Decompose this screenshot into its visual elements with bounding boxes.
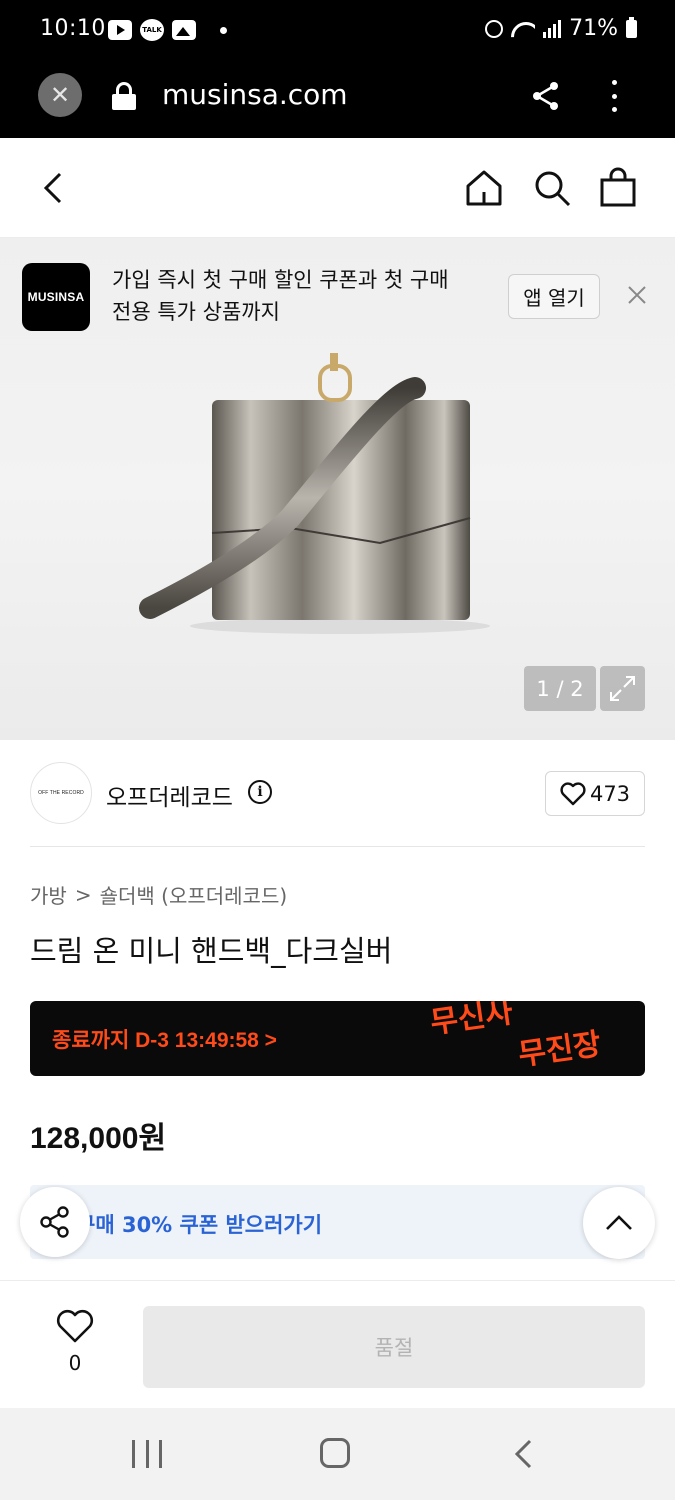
chevron-left-icon[interactable] — [38, 168, 70, 208]
shopping-bag-icon[interactable] — [598, 166, 638, 208]
breadcrumb-category[interactable]: 가방 — [30, 880, 67, 909]
brand-like-button[interactable]: 473 — [545, 771, 645, 816]
youtube-icon — [108, 20, 132, 40]
lock-icon[interactable] — [111, 82, 137, 110]
home-circle-icon[interactable] — [320, 1438, 350, 1468]
brand-row: OFF THE RECORD 오프더레코드 i 473 — [0, 740, 675, 848]
product-title: 드림 온 미니 핸드백_다크실버 — [30, 934, 393, 968]
promo-timer: 종료까지 D-3 13:49:58 > — [52, 1029, 277, 1052]
clock: 10:10 — [40, 16, 106, 41]
more-notifications-dot-icon — [220, 26, 227, 34]
breadcrumb-separator: > — [74, 882, 92, 907]
system-status-icons: 71% — [485, 16, 637, 41]
product-image[interactable] — [130, 348, 500, 658]
home-icon[interactable] — [464, 168, 504, 208]
close-icon[interactable]: ✕ — [38, 73, 82, 117]
more-vertical-icon[interactable] — [606, 80, 622, 112]
product-price: 128,000원 — [30, 1122, 167, 1155]
recent-apps-icon[interactable] — [132, 1440, 162, 1468]
image-counter: 1 / 2 — [524, 666, 596, 711]
divider — [30, 846, 645, 847]
open-app-button[interactable]: 앱 열기 — [508, 274, 600, 319]
expand-icon[interactable] — [600, 666, 645, 711]
signal-icon — [543, 19, 562, 38]
bottom-action-bar: 0 품절 — [0, 1280, 675, 1408]
kakaotalk-icon: TALK — [140, 19, 164, 41]
wishlist-button[interactable]: 0 — [52, 1309, 98, 1375]
banner-message-line1: 가입 즉시 첫 구매 할인 쿠폰과 첫 구매 — [112, 268, 449, 292]
musinsa-logo: MUSINSA — [22, 263, 90, 331]
breadcrumb: 가방 > 숄더백 (오프더레코드) — [30, 880, 287, 909]
promo-logo-line2: 무진장 — [516, 1027, 603, 1073]
gallery-icon — [172, 20, 196, 40]
info-icon[interactable]: i — [248, 780, 272, 804]
scroll-top-button[interactable] — [583, 1187, 655, 1259]
banner-message: 가입 즉시 첫 구매 할인 쿠폰과 첫 구매 전용 특가 상품까지 — [112, 264, 492, 328]
share-button[interactable] — [20, 1187, 90, 1257]
status-bar: 10:10 TALK 71% — [0, 0, 675, 62]
brand-like-count: 473 — [589, 781, 631, 806]
app-install-banner: MUSINSA 가입 즉시 첫 구매 할인 쿠폰과 첫 구매 전용 특가 상품까… — [0, 238, 675, 358]
search-icon[interactable] — [532, 168, 572, 208]
battery-percent: 71% — [569, 16, 618, 41]
banner-message-line2: 전용 특가 상품까지 — [112, 300, 280, 324]
soldout-button[interactable]: 품절 — [143, 1306, 645, 1388]
coupon-banner[interactable]: 구매 30% 쿠폰 받으러가기 — [30, 1185, 645, 1259]
product-gallery[interactable]: MUSINSA 가입 즉시 첫 구매 할인 쿠폰과 첫 구매 전용 특가 상품까… — [0, 238, 675, 740]
share-icon — [40, 1206, 69, 1238]
promo-banner[interactable]: 종료까지 D-3 13:49:58 > 무신사 무진장 — [30, 1001, 645, 1076]
breadcrumb-subcategory[interactable]: 숄더백 (오프더레코드) — [100, 880, 288, 909]
musinsa-mujinjang-logo: 무신사 무진장 — [428, 1001, 603, 1073]
url-text[interactable]: musinsa.com — [162, 78, 348, 111]
promo-logo-line1: 무신사 — [428, 1001, 515, 1041]
notification-icons: TALK — [108, 19, 227, 41]
chevron-up-icon — [606, 1215, 632, 1230]
close-icon[interactable] — [626, 284, 648, 306]
brand-name[interactable]: 오프더레코드 — [106, 778, 233, 812]
system-navigation-bar — [0, 1408, 675, 1500]
wifi-icon — [511, 20, 535, 38]
alarm-icon — [485, 19, 504, 38]
heart-icon — [56, 1309, 94, 1343]
coupon-text[interactable]: 구매 30% 쿠폰 받으러가기 — [76, 1209, 322, 1239]
browser-url-bar: ✕ musinsa.com — [0, 62, 675, 138]
share-icon[interactable] — [530, 80, 562, 112]
top-navigation — [0, 138, 675, 238]
battery-icon — [626, 16, 637, 38]
heart-icon — [560, 781, 586, 805]
back-icon[interactable] — [512, 1438, 536, 1470]
wishlist-count: 0 — [68, 1351, 82, 1375]
brand-avatar[interactable]: OFF THE RECORD — [30, 762, 92, 824]
